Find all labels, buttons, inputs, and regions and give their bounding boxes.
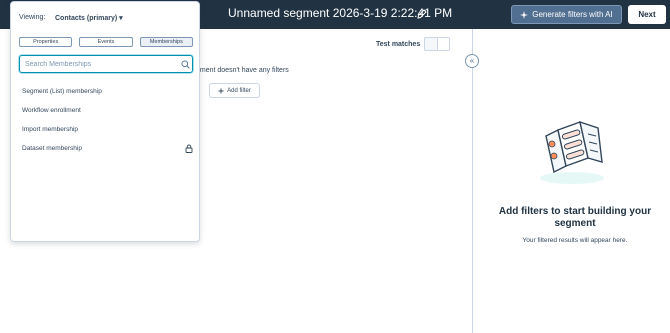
search-icon bbox=[181, 60, 190, 69]
sparkle-icon bbox=[520, 10, 529, 19]
object-selector-dropdown[interactable]: Contacts (primary) ▾ bbox=[55, 14, 123, 22]
empty-state-title: Add filters to start building your segme… bbox=[498, 206, 652, 229]
list-item-label: Dataset membership bbox=[22, 145, 82, 152]
filter-type-popover: Viewing: Contacts (primary) ▾ Properties… bbox=[10, 1, 200, 242]
search-box bbox=[19, 55, 193, 73]
list-item-label: Segment (List) membership bbox=[22, 88, 102, 95]
list-item-dataset-membership[interactable]: Dataset membership bbox=[11, 139, 199, 158]
tab-memberships[interactable]: Memberships bbox=[139, 37, 193, 47]
plus-icon bbox=[218, 88, 224, 93]
next-button[interactable]: Next bbox=[628, 5, 666, 24]
add-filter-label: Add filter bbox=[227, 87, 251, 94]
membership-list: Segment (List) membership Workflow enrol… bbox=[11, 82, 199, 158]
list-item-label: Import membership bbox=[22, 126, 78, 133]
test-matches-toggle[interactable] bbox=[424, 37, 450, 51]
generate-filters-ai-button[interactable]: Generate filters with AI bbox=[511, 5, 622, 24]
lock-icon bbox=[185, 144, 193, 153]
filter-category-tabs: Properties Events Memberships bbox=[19, 37, 193, 47]
collapse-icon[interactable]: « bbox=[465, 54, 479, 68]
list-item-workflow-enrollment[interactable]: Workflow enrollment bbox=[11, 101, 199, 120]
test-matches-label: Test matches bbox=[376, 41, 421, 48]
viewing-label: Viewing: bbox=[19, 14, 46, 21]
generate-filters-ai-label: Generate filters with AI bbox=[532, 10, 613, 19]
add-filter-button[interactable]: Add filter bbox=[209, 83, 260, 98]
list-item-import-membership[interactable]: Import membership bbox=[11, 120, 199, 139]
segment-illustration bbox=[540, 120, 604, 184]
list-item-segment-membership[interactable]: Segment (List) membership bbox=[11, 82, 199, 101]
no-filters-message: gment doesn't have any filters bbox=[196, 67, 289, 74]
tab-properties[interactable]: Properties bbox=[19, 37, 73, 47]
edit-icon[interactable] bbox=[416, 8, 428, 20]
empty-state-subtitle: Your filtered results will appear here. bbox=[522, 237, 628, 244]
panel-divider bbox=[472, 29, 473, 333]
tab-events[interactable]: Events bbox=[79, 37, 133, 47]
search-input[interactable] bbox=[25, 59, 175, 70]
list-item-label: Workflow enrollment bbox=[22, 107, 81, 114]
